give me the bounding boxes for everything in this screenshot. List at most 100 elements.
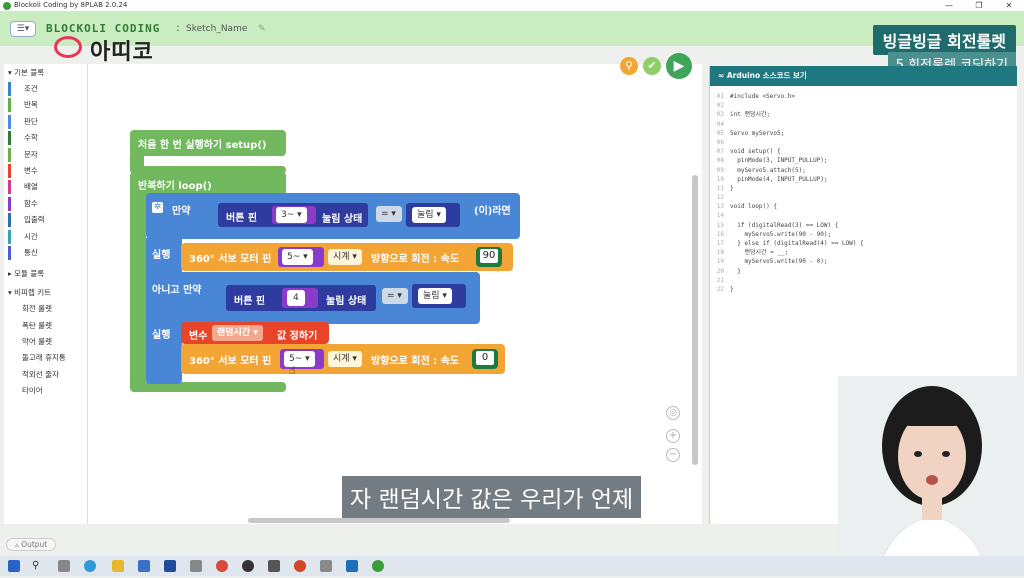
pressed-value-block-2[interactable]: 눌림 ▾ (412, 284, 466, 308)
kit-item[interactable]: 폭탄 룰렛 (4, 318, 87, 334)
palette-item[interactable]: 변수 (4, 163, 87, 179)
minimize-icon[interactable]: — (934, 0, 964, 12)
pin-select-3[interactable]: 3~ ▾ (272, 206, 316, 224)
kit-item[interactable]: 타이어 (4, 383, 87, 399)
eq-dropdown[interactable]: = ▾ (376, 206, 402, 222)
start-icon[interactable] (8, 560, 20, 572)
recenter-icon[interactable]: ◎ (666, 406, 680, 420)
code-panel-header: ∞ Arduino 소스코드 보기 (710, 66, 1017, 86)
loop-body (130, 192, 146, 388)
close-icon[interactable]: ✕ (994, 0, 1024, 12)
line-number: 04 (716, 120, 724, 128)
palette-item[interactable]: 수학 (4, 130, 87, 146)
code-text: } else if (digitalRead(4) == LOW) { (730, 240, 864, 247)
kit-item[interactable]: 회전 룰렛 (4, 301, 87, 317)
eq-dropdown-2[interactable]: = ▾ (382, 288, 408, 304)
palette-item[interactable]: 배열 (4, 179, 87, 195)
pin-dropdown-4[interactable]: 4 (287, 290, 305, 306)
line-number: 09 (716, 166, 724, 174)
blockoli-taskbar-icon[interactable] (372, 560, 384, 572)
workspace-scrollbar-vertical[interactable] (692, 175, 698, 465)
pin-dropdown-3[interactable]: 3~ ▾ (276, 207, 307, 223)
code-listing: 01 #include <Servo.h> 02 03 int 랜덤시간; 04 05 Ser… (710, 86, 1017, 294)
kit-item[interactable]: 돌고래 휴지통 (4, 350, 87, 366)
window-title: Blockoli Coding by 8PLAB 2.0.24 (14, 1, 128, 9)
palette-module-header[interactable]: ▸ 모듈 블록 (4, 265, 87, 282)
variable-dropdown[interactable]: 랜덤시간 ▾ (212, 325, 263, 341)
pressed-value-block[interactable]: 눌림 ▾ (406, 203, 460, 227)
line-number: 21 (716, 276, 724, 284)
palette-item[interactable]: 조건 (4, 81, 87, 97)
pencil-icon[interactable]: ✎ (258, 24, 266, 34)
category-color-bar (8, 213, 11, 228)
line-number: 10 (716, 175, 724, 183)
speed-input-0[interactable]: 0 (472, 349, 498, 369)
app-icon-1[interactable] (190, 560, 202, 572)
sketch-name[interactable]: Sketch_Name (186, 24, 247, 34)
file-explorer-icon[interactable] (112, 560, 124, 572)
palette-item-label: 시간 (24, 231, 38, 241)
search-taskbar-icon[interactable]: ⚲ (32, 560, 44, 572)
line-number: 11 (716, 184, 724, 192)
gear-icon[interactable]: ✲ (152, 202, 163, 213)
speed-input-90[interactable]: 90 (476, 247, 502, 267)
workspace-scrollbar-horizontal[interactable] (248, 518, 510, 523)
kit-item[interactable]: 악어 룰렛 (4, 334, 87, 350)
pin-select-4[interactable]: 4 (282, 288, 318, 308)
direction-dropdown-2[interactable]: 시계 ▾ (328, 351, 362, 367)
code-line: 09 myServo5.attach(5); (710, 166, 1017, 175)
verify-icon[interactable]: ✔ (643, 57, 661, 75)
code-text: pinMode(3, INPUT_PULLUP); (730, 157, 828, 165)
line-number: 05 (716, 129, 724, 137)
upload-play-icon[interactable]: ▶ (666, 53, 692, 79)
pin-select-5b[interactable]: 5~ ▾ (280, 349, 324, 369)
task-view-icon[interactable] (58, 560, 70, 572)
press-state-label: 눌림 상태 (322, 214, 363, 225)
setup-block[interactable]: 처음 한 번 실행하기 setup() (130, 130, 286, 156)
edge-icon[interactable] (84, 560, 96, 572)
brand-separator: : (176, 21, 180, 34)
palette-item[interactable]: 문자 (4, 147, 87, 163)
zoom-in-icon[interactable]: + (666, 429, 680, 443)
palette-item[interactable]: 함수 (4, 196, 87, 212)
palette-item[interactable]: 반복 (4, 97, 87, 113)
direction-dropdown-1[interactable]: 시계 ▾ (328, 249, 362, 265)
palette-item[interactable]: 통신 (4, 245, 87, 261)
code-line: 16 myServo5.write(90 - 90); (710, 230, 1017, 239)
output-toggle[interactable]: ▵ Output (6, 538, 57, 551)
if-label: 만약 (172, 206, 191, 217)
kit-item[interactable]: 적외선 줄자 (4, 367, 87, 383)
palette-item-label: 수학 (24, 133, 38, 143)
pressed-dropdown[interactable]: 눌림 ▾ (412, 207, 446, 223)
pressed-dropdown-2[interactable]: 눌림 ▾ (418, 288, 452, 304)
store-icon[interactable] (164, 560, 176, 572)
palette-basic-header[interactable]: ▾ 기본 블록 (4, 64, 87, 81)
app-icon-2[interactable] (242, 560, 254, 572)
palette-item-label: 반복 (24, 100, 38, 110)
servo-label-2: 360° 서보 모터 핀 (189, 356, 272, 367)
palette-item[interactable]: 판단 (4, 114, 87, 130)
palette-item[interactable]: 입출력 (4, 212, 87, 228)
category-color-bar (8, 245, 11, 260)
settings-icon[interactable] (268, 560, 280, 572)
code-line: 12 (710, 193, 1017, 202)
do-label-1: 실행 (152, 250, 171, 261)
press-state-label-2: 눌림 상태 (326, 296, 367, 307)
palette-item-label: 문자 (24, 149, 38, 159)
app-icon-4[interactable] (346, 560, 358, 572)
zoom-out-icon[interactable]: − (666, 448, 680, 462)
code-text: int 랜덤시간; (730, 111, 771, 119)
palette-item-label: 변수 (24, 165, 38, 175)
app-icon-3[interactable] (320, 560, 332, 572)
menu-button[interactable]: ☰▾ (10, 21, 36, 37)
mail-icon[interactable] (138, 560, 150, 572)
chrome-icon[interactable] (216, 560, 228, 572)
restore-icon[interactable]: ❐ (964, 0, 994, 12)
search-icon[interactable]: ⚲ (620, 57, 638, 75)
powerpoint-icon[interactable] (294, 560, 306, 572)
pin-select-5a[interactable]: 5~ ▾ (278, 247, 324, 267)
pin-dropdown-5a[interactable]: 5~ ▾ (282, 249, 313, 265)
palette-item-label: 함수 (24, 198, 38, 208)
palette-kit-header[interactable]: ▾ 비피렙 키트 (4, 284, 87, 301)
palette-item[interactable]: 시간 (4, 229, 87, 245)
